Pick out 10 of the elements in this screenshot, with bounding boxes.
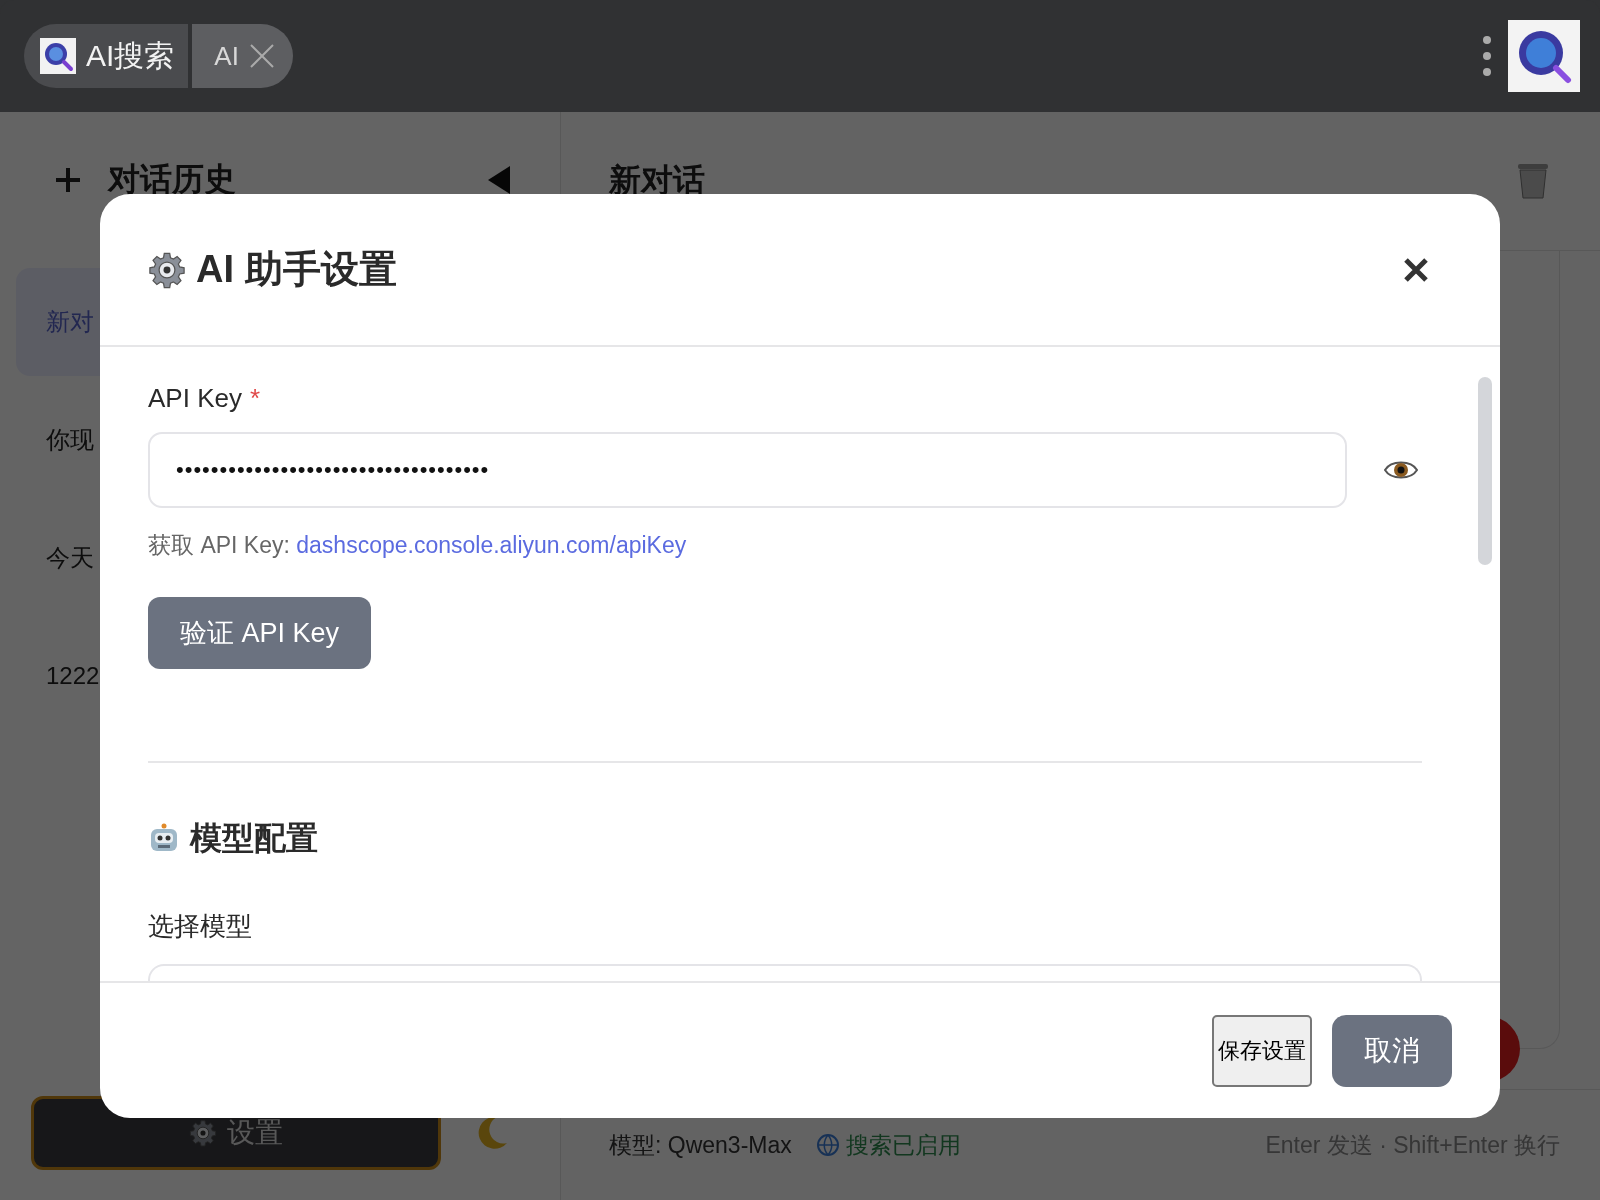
chat-title: 新对话	[609, 161, 706, 200]
field-label: 选择模型	[148, 910, 253, 943]
required-mark: *	[249, 383, 261, 414]
search-status: 搜索已启用	[815, 1129, 961, 1161]
dialog-title: AI 助手设置	[196, 247, 398, 292]
sidebar-title: 对话历史	[108, 160, 237, 199]
field-label: API Key	[148, 383, 242, 414]
section-title: 模型配置	[190, 819, 318, 858]
help-text: 获取 API Key: dashscope.console.aliyun.com/apiKey	[148, 531, 688, 560]
model-label: 模型: Qwen3-Max	[609, 1130, 792, 1160]
